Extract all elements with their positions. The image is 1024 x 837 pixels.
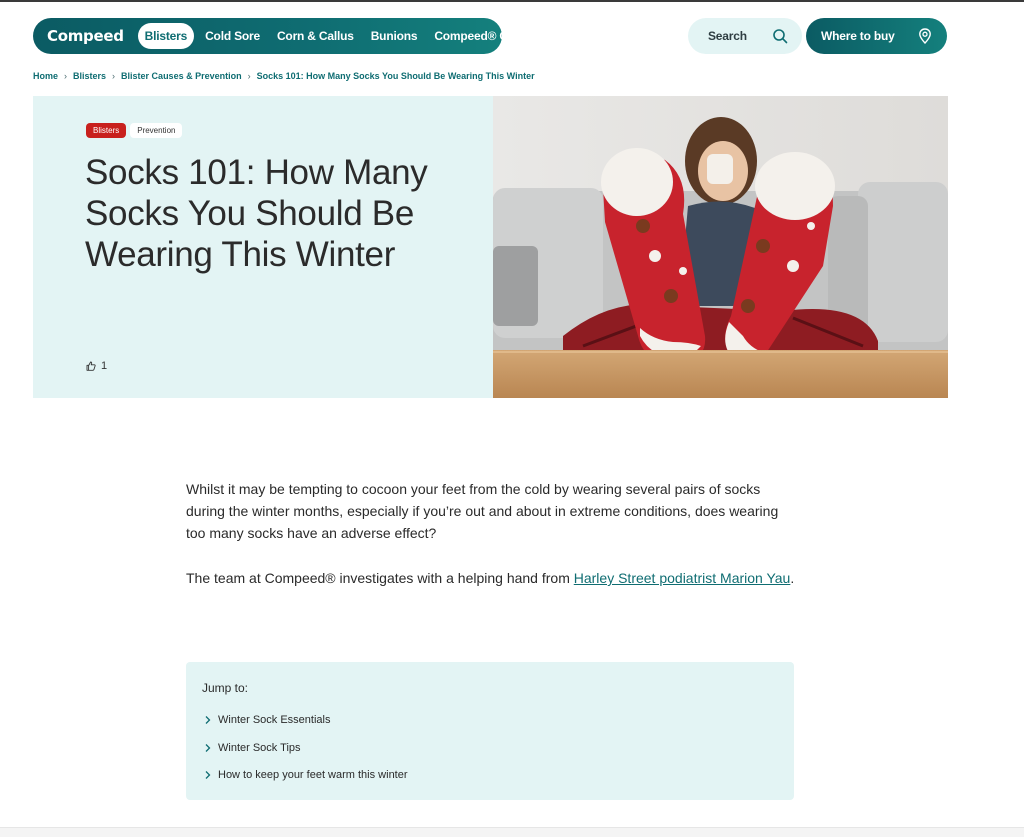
tag-list: Blisters Prevention — [86, 123, 183, 138]
location-pin-icon — [919, 28, 931, 44]
chevron-right-icon — [205, 716, 211, 724]
article-intro: Whilst it may be tempting to cocoon your… — [186, 481, 779, 541]
main-nav: Compeed Blisters Cold Sore Corn & Callus… — [33, 18, 525, 54]
jump-link-winter-sock-tips[interactable]: Winter Sock Tips — [204, 742, 301, 754]
jump-link-winter-sock-essentials[interactable]: Winter Sock Essentials — [204, 714, 330, 726]
breadcrumb-home[interactable]: Home — [33, 71, 58, 81]
breadcrumb-separator-icon: › — [112, 71, 116, 81]
jump-to-box: Jump to: Winter Sock Essentials Winter S… — [186, 662, 794, 800]
podiatrist-link[interactable]: Harley Street podiatrist Marion Yau — [574, 570, 791, 586]
like-button[interactable]: 1 — [86, 360, 107, 372]
tag-blisters[interactable]: Blisters — [86, 123, 127, 138]
jump-link-label: How to keep your feet warm this winter — [218, 769, 408, 781]
nav-item-compeed-care[interactable]: Compeed® Care — [434, 29, 525, 43]
breadcrumb-blisters[interactable]: Blisters — [73, 71, 106, 81]
where-to-buy-button[interactable]: Where to buy — [806, 18, 947, 54]
hero-photo-illustration — [493, 96, 948, 398]
search-button[interactable]: Search — [688, 18, 802, 54]
hero-image — [493, 96, 948, 398]
search-label: Search — [708, 29, 747, 43]
nav-item-bunions[interactable]: Bunions — [371, 29, 418, 43]
jump-to-title: Jump to: — [202, 681, 249, 695]
breadcrumb-separator-icon: › — [247, 71, 251, 81]
breadcrumb-separator-icon: › — [64, 71, 68, 81]
article-team-paragraph: The team at Compeed® investigates with a… — [186, 567, 796, 589]
team-text: The team at Compeed® investigates with a… — [186, 570, 574, 586]
thumbs-up-icon — [86, 361, 96, 371]
breadcrumb: Home › Blisters › Blister Causes & Preve… — [33, 71, 535, 81]
jump-link-keep-feet-warm[interactable]: How to keep your feet warm this winter — [204, 769, 408, 781]
chevron-right-icon — [205, 744, 211, 752]
nav-item-blisters[interactable]: Blisters — [137, 23, 195, 49]
where-to-buy-label: Where to buy — [821, 29, 895, 43]
compeed-logo[interactable]: Compeed — [47, 27, 124, 45]
page-bottom-edge — [0, 827, 1024, 837]
breadcrumb-current: Socks 101: How Many Socks You Should Be … — [256, 71, 535, 81]
nav-item-cold-sore[interactable]: Cold Sore — [205, 29, 260, 43]
search-icon — [773, 29, 788, 44]
jump-link-label: Winter Sock Essentials — [218, 714, 331, 726]
team-suffix: . — [790, 570, 795, 586]
hero-panel: Blisters Prevention Socks 101: How Many … — [33, 96, 493, 398]
chevron-right-icon — [205, 771, 211, 779]
like-count: 1 — [101, 360, 108, 372]
jump-link-label: Winter Sock Tips — [218, 742, 301, 754]
page-title: Socks 101: How Many Socks You Should Be … — [85, 153, 428, 274]
top-border — [0, 0, 1024, 2]
tag-prevention[interactable]: Prevention — [130, 123, 183, 138]
nav-item-corn-callus[interactable]: Corn & Callus — [277, 29, 354, 43]
breadcrumb-causes-prevention[interactable]: Blister Causes & Prevention — [121, 71, 242, 81]
